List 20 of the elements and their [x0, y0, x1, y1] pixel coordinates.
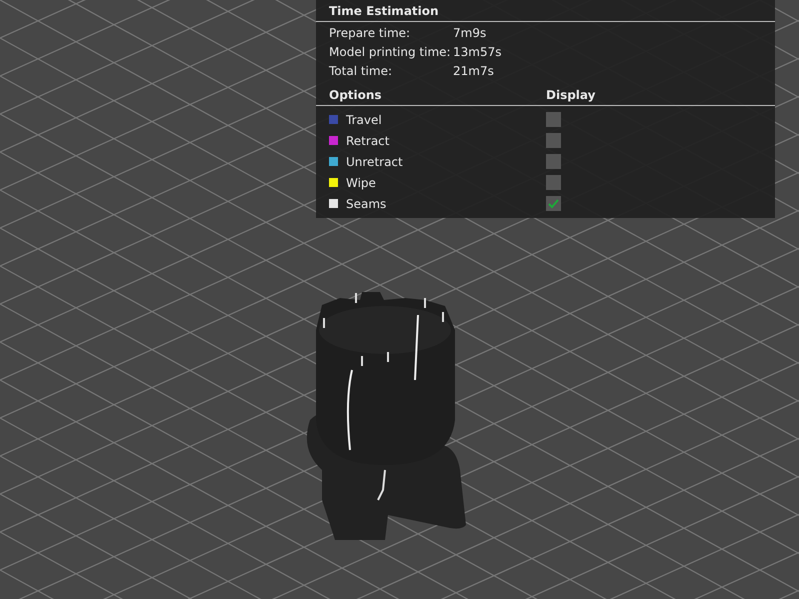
- option-label: Seams: [346, 196, 386, 210]
- display-checkbox[interactable]: [546, 175, 561, 190]
- option-label: Retract: [346, 134, 390, 148]
- display-checkbox[interactable]: [546, 133, 561, 148]
- time-value: 21m7s: [453, 63, 494, 80]
- time-label: Prepare time:: [329, 25, 412, 42]
- column-header: Options: [329, 87, 383, 104]
- checkmark-icon: [547, 197, 560, 210]
- time-label: Total time:: [329, 63, 393, 80]
- option-label: Wipe: [346, 176, 376, 190]
- time-value: 7m9s: [453, 25, 486, 42]
- display-checkbox[interactable]: [546, 154, 561, 169]
- display-checkbox[interactable]: [546, 196, 561, 211]
- time-label: Model printing time:: [329, 44, 452, 61]
- time-value: 13m57s: [453, 44, 502, 61]
- column-header: Display: [546, 87, 596, 104]
- option-label: Travel: [346, 112, 382, 126]
- option-label: Unretract: [346, 154, 403, 168]
- display-checkbox[interactable]: [546, 112, 561, 127]
- panel-title: Time Estimation: [328, 3, 440, 20]
